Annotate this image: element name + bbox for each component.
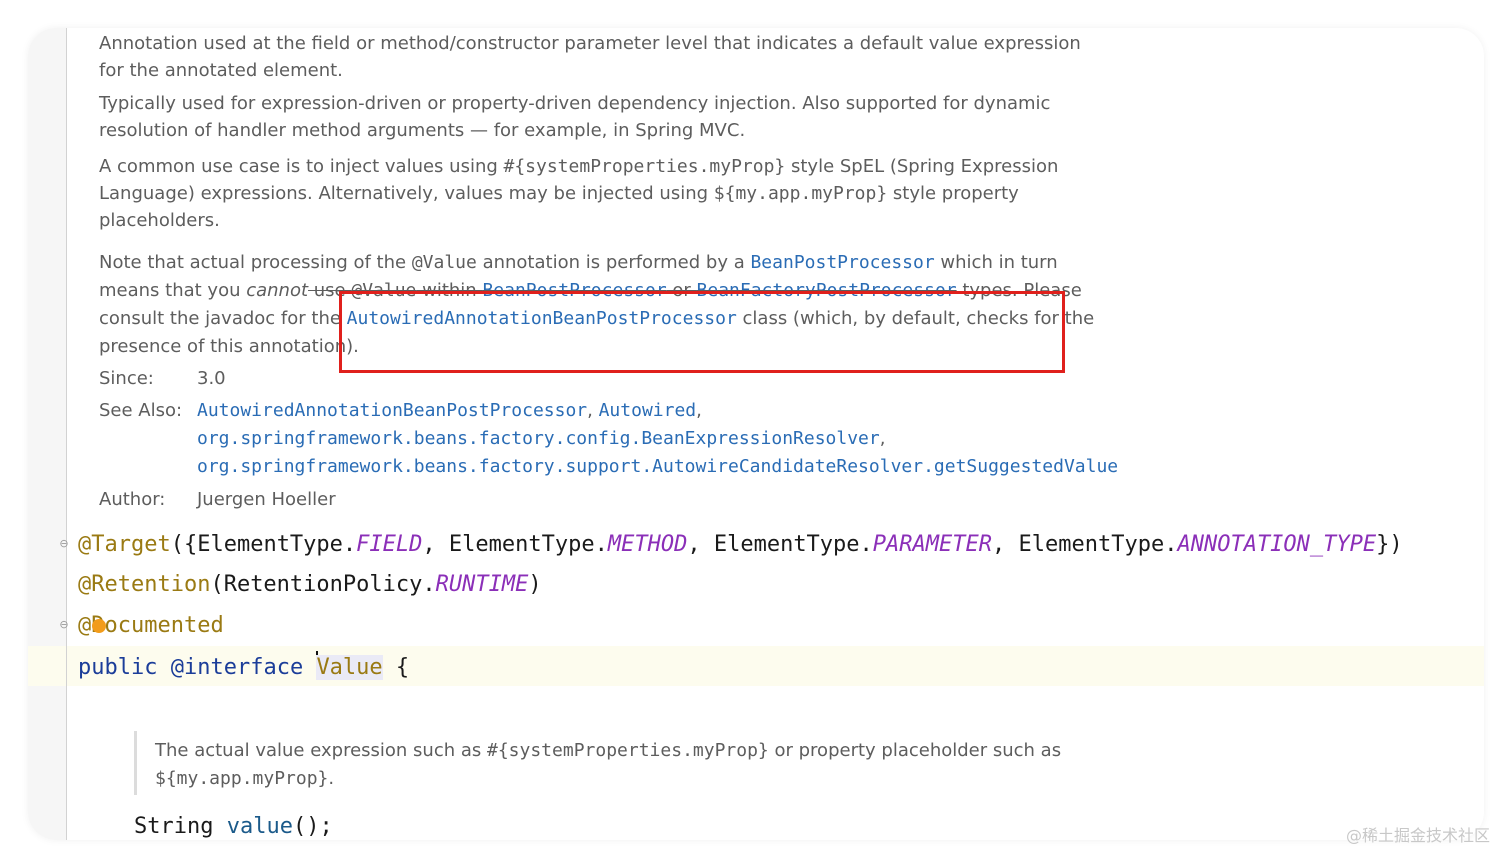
enum-field[interactable]: ANNOTATION_TYPE	[1177, 532, 1376, 557]
doc-paragraph-3: A common use case is to inject values us…	[99, 153, 1109, 234]
see-also-label: See Also:	[99, 400, 183, 421]
code-line-method: String value();	[134, 812, 333, 840]
enum-field[interactable]: METHOD	[608, 532, 687, 557]
code-text: ElementType.	[448, 532, 608, 557]
keyword-public: public	[78, 655, 158, 680]
code-punct: ({	[170, 532, 198, 557]
editor-window: Annotation used at the field or method/c…	[28, 28, 1484, 840]
fold-icon[interactable]: ⊖	[58, 537, 70, 551]
separator: ,	[879, 428, 886, 449]
watermark: @稀土掘金技术社区	[1345, 826, 1490, 845]
separator: ,	[587, 400, 599, 421]
doc-code: ${my.app.myProp}	[155, 768, 329, 789]
fold-icon[interactable]: ⊖	[58, 618, 70, 632]
code-line-target: @Target({ElementType.FIELD, ElementType.…	[78, 530, 1403, 560]
type-name[interactable]: Value	[316, 655, 383, 680]
author-value: Juergen Hoeller	[197, 489, 336, 510]
lightbulb-icon[interactable]	[92, 619, 106, 633]
enum-field[interactable]: RUNTIME	[436, 572, 529, 597]
code-line-retention: @Retention(RetentionPolicy.RUNTIME)	[78, 570, 542, 600]
enum-field[interactable]: PARAMETER	[873, 532, 992, 557]
gutter-divider	[66, 28, 67, 840]
method-name[interactable]: value	[227, 814, 293, 839]
code-punct: ,	[422, 532, 449, 557]
code-punct: ();	[292, 814, 333, 839]
code-punct: ,	[992, 532, 1019, 557]
keyword-interface: @interface	[170, 655, 304, 680]
code-text: ElementType.	[197, 532, 357, 557]
see-also-link-4[interactable]: org.springframework.beans.factory.suppor…	[197, 456, 1118, 477]
doc-code: ${my.app.myProp}	[713, 183, 888, 204]
doc-paragraph-1: Annotation used at the field or method/c…	[99, 33, 1081, 81]
see-also-link-2[interactable]: Autowired	[599, 400, 697, 421]
separator: ,	[696, 400, 702, 421]
code-text: ElementType.	[1018, 532, 1178, 557]
code-text: ElementType.	[713, 532, 873, 557]
doc-code: @Value	[411, 252, 477, 273]
author-label: Author:	[99, 489, 166, 510]
see-also-link-3[interactable]: org.springframework.beans.factory.config…	[197, 428, 880, 449]
see-also-links: AutowiredAnnotationBeanPostProcessor, Au…	[197, 397, 1118, 481]
doc-emphasis: cannot	[246, 280, 309, 301]
annotation-retention[interactable]: @Retention	[78, 572, 210, 597]
code-punct: ,	[687, 532, 714, 557]
doc-text: or property placeholder such as	[768, 740, 1062, 761]
code-punct: )	[528, 572, 542, 597]
return-type: String	[134, 814, 214, 839]
doc-paragraph-2: Typically used for expression-driven or …	[99, 93, 1051, 141]
code-text: (RetentionPolicy.	[210, 572, 436, 597]
doc-text: annotation is performed by a	[476, 252, 751, 273]
since-label: Since:	[99, 368, 154, 389]
doc-text: A common use case is to inject values us…	[99, 156, 504, 177]
highlight-box	[339, 291, 1065, 373]
code-punct: })	[1376, 532, 1403, 557]
annotation-target[interactable]: @Target	[78, 532, 171, 557]
code-line-declaration: public @interface Value {	[78, 651, 409, 683]
doc-code: #{systemProperties.myProp}	[503, 156, 786, 177]
doc-text: The actual value expression such as	[155, 740, 487, 761]
inner-doc-text: The actual value expression such as #{sy…	[155, 737, 1085, 793]
see-also-link-1[interactable]: AutowiredAnnotationBeanPostProcessor	[197, 400, 587, 421]
doc-code: #{systemProperties.myProp}	[487, 740, 769, 761]
link-beanpostprocessor[interactable]: BeanPostProcessor	[750, 252, 934, 273]
enum-field[interactable]: FIELD	[356, 532, 422, 557]
inner-javadoc: The actual value expression such as #{sy…	[134, 731, 1097, 795]
doc-text: .	[328, 768, 335, 789]
doc-text: Note that actual processing of the	[99, 252, 412, 273]
editor-gutter[interactable]	[28, 28, 66, 840]
code-punct: {	[395, 655, 410, 680]
